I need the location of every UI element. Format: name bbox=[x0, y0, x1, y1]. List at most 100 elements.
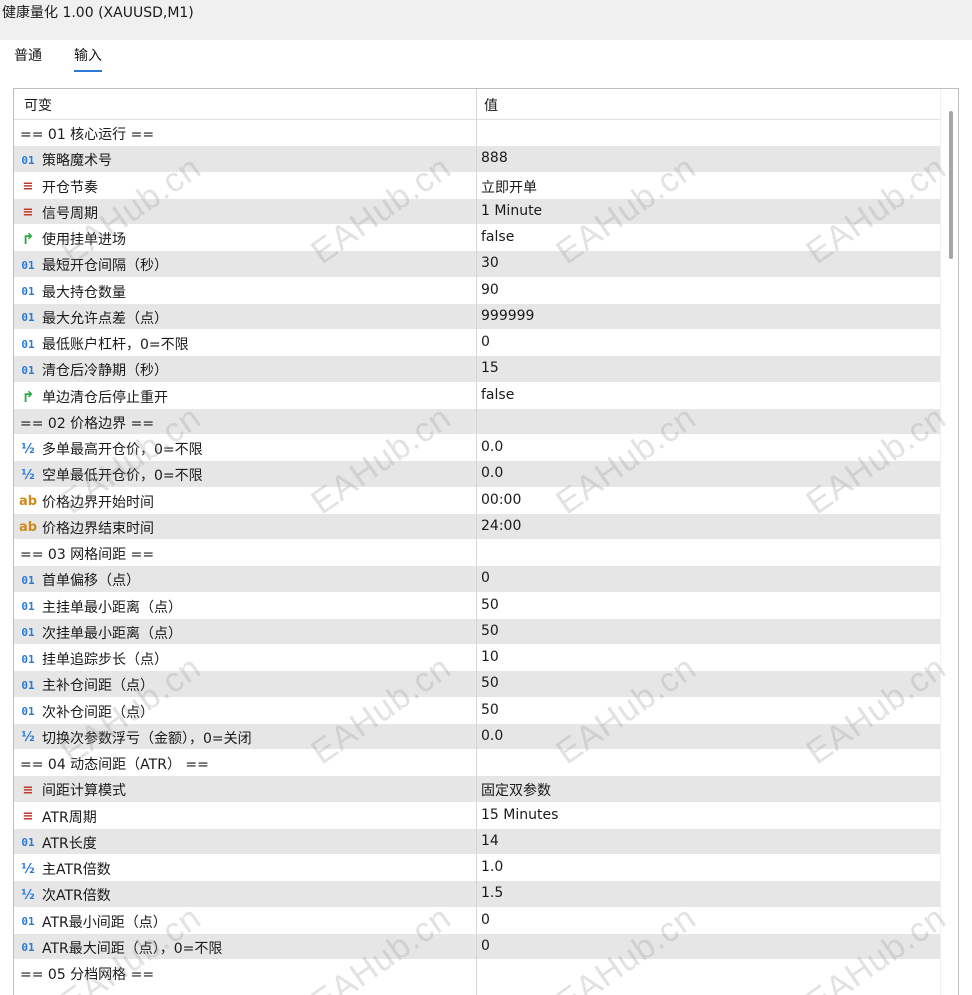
input-value-cell[interactable]: 0.0 bbox=[481, 439, 503, 455]
input-name-cell: 01 ATR最小间距（点） bbox=[18, 912, 166, 932]
input-value-cell[interactable]: 固定双参数 bbox=[481, 780, 551, 800]
integer-type-icon: 01 bbox=[21, 311, 35, 325]
input-value-cell[interactable]: 0.0 bbox=[481, 465, 503, 481]
integer-type-icon: 01 bbox=[21, 678, 35, 692]
input-name-label: 次ATR倍数 bbox=[42, 888, 111, 905]
column-header-value[interactable]: 值 bbox=[484, 95, 498, 115]
input-value-cell[interactable]: 1.5 bbox=[481, 885, 503, 901]
input-name-cell: == 01 核心运行 == bbox=[18, 124, 154, 144]
column-separator[interactable] bbox=[476, 89, 477, 995]
section-header-row[interactable]: == 02 价格边界 == bbox=[14, 408, 940, 435]
input-row[interactable]: 01 主挂单最小距离（点） 50 bbox=[14, 592, 940, 619]
input-row[interactable]: ↱ 使用挂单进场 false bbox=[14, 225, 940, 252]
input-name-label: == 03 网格间距 == bbox=[20, 547, 155, 563]
input-row[interactable]: ab 价格边界结束时间 24:00 bbox=[14, 513, 940, 540]
input-value-cell[interactable]: 888 bbox=[481, 150, 508, 166]
input-name-label: 多单最高开仓价，0=不限 bbox=[42, 442, 203, 458]
enum-list-icon: ≡ bbox=[22, 179, 34, 194]
input-name-label: 清仓后冷静期（秒） bbox=[42, 363, 168, 380]
string-type-icon: ab bbox=[18, 494, 38, 509]
input-name-label: 信号周期 bbox=[42, 205, 98, 222]
double-fraction-icon: ½ bbox=[21, 441, 35, 457]
input-value-cell[interactable]: 15 bbox=[481, 360, 499, 376]
input-value-cell[interactable]: 0 bbox=[481, 912, 490, 928]
input-value-cell[interactable]: 999999 bbox=[481, 308, 534, 324]
input-value-cell[interactable]: 00:00 bbox=[481, 492, 521, 508]
input-row[interactable]: 01 ATR最小间距（点） 0 bbox=[14, 907, 940, 934]
window-title: 健康量化 1.00 (XAUUSD,M1) bbox=[2, 5, 194, 21]
input-row[interactable]: ½ 主ATR倍数 1.0 bbox=[14, 855, 940, 882]
input-value-cell[interactable]: 0.0 bbox=[481, 728, 503, 744]
input-value-cell[interactable]: 50 bbox=[481, 675, 499, 691]
input-row[interactable]: 01 次补仓间距（点） 50 bbox=[14, 697, 940, 724]
input-row[interactable]: 01 最大持仓数量 90 bbox=[14, 277, 940, 304]
column-header-variable[interactable]: 可变 bbox=[24, 95, 52, 115]
input-row[interactable]: 01 清仓后冷静期（秒） 15 bbox=[14, 356, 940, 383]
input-row[interactable]: ab 价格边界开始时间 00:00 bbox=[14, 487, 940, 514]
input-name-cell: 01 主补仓间距（点） bbox=[18, 675, 154, 695]
input-row[interactable]: ≡ ATR周期 15 Minutes bbox=[14, 802, 940, 829]
input-value-cell[interactable]: 24:00 bbox=[481, 518, 521, 534]
string-type-icon: ab bbox=[18, 520, 38, 536]
section-header-row[interactable]: == 01 核心运行 == bbox=[14, 120, 940, 147]
input-row[interactable]: ½ 次ATR倍数 1.5 bbox=[14, 881, 940, 908]
input-row[interactable]: 01 次挂单最小距离（点） 50 bbox=[14, 618, 940, 645]
input-value-cell[interactable]: 立即开单 bbox=[481, 177, 537, 197]
input-row[interactable]: ½ 多单最高开仓价，0=不限 0.0 bbox=[14, 435, 940, 462]
input-row[interactable]: 01 最大允许点差（点） 999999 bbox=[14, 303, 940, 330]
input-name-cell: ≡ 间距计算模式 bbox=[18, 780, 126, 800]
input-row[interactable]: ½ 空单最低开仓价，0=不限 0.0 bbox=[14, 461, 940, 488]
input-value-cell[interactable]: 0 bbox=[481, 334, 490, 350]
input-value-cell[interactable]: 1.0 bbox=[481, 859, 503, 875]
input-row[interactable]: ≡ 开仓节奏 立即开单 bbox=[14, 172, 940, 199]
enum-list-icon: ≡ bbox=[22, 809, 34, 824]
input-value-cell[interactable]: false bbox=[481, 387, 514, 403]
integer-type-icon: 01 bbox=[21, 705, 35, 718]
section-header-row[interactable]: == 03 网格间距 == bbox=[14, 540, 940, 567]
input-value-cell[interactable]: 50 bbox=[481, 623, 499, 639]
input-name-label: ATR长度 bbox=[42, 835, 97, 852]
tab-general[interactable]: 普通 bbox=[14, 45, 42, 65]
input-value-cell[interactable]: 50 bbox=[481, 702, 499, 718]
input-row[interactable]: 01 主补仓间距（点） 50 bbox=[14, 671, 940, 698]
boolean-arrow-icon: ↱ bbox=[21, 230, 35, 248]
input-value-cell[interactable]: 10 bbox=[481, 649, 499, 665]
input-row[interactable]: 01 ATR长度 14 bbox=[14, 828, 940, 855]
input-row[interactable]: 01 策略魔术号 888 bbox=[14, 146, 940, 173]
input-name-label: 主补仓间距（点） bbox=[42, 678, 154, 695]
input-row[interactable]: ↱ 单边清仓后停止重开 false bbox=[14, 382, 940, 409]
input-value-cell[interactable]: 1 Minute bbox=[481, 203, 542, 219]
input-value-cell[interactable]: 15 Minutes bbox=[481, 807, 558, 823]
input-row[interactable]: 01 挂单追踪步长（点） 10 bbox=[14, 645, 940, 672]
input-row[interactable]: 01 首单偏移（点） 0 bbox=[14, 566, 940, 593]
enum-list-icon: ≡ bbox=[22, 205, 34, 221]
tab-inputs[interactable]: 输入 bbox=[74, 45, 102, 72]
input-row[interactable]: 01 最低账户杠杆，0=不限 0 bbox=[14, 330, 940, 357]
input-name-label: == 02 价格边界 == bbox=[20, 415, 155, 432]
integer-type-icon: 01 bbox=[21, 915, 35, 928]
input-row[interactable]: 01 最短开仓间隔（秒） 30 bbox=[14, 251, 940, 278]
integer-type-icon: 01 bbox=[21, 573, 35, 587]
grid-header: 可变 值 bbox=[14, 89, 940, 120]
input-value-cell[interactable]: false bbox=[481, 229, 514, 245]
input-name-cell: 01 主挂单最小距离（点） bbox=[18, 597, 182, 617]
input-value-cell[interactable]: 14 bbox=[481, 833, 499, 849]
section-header-row[interactable]: == 04 动态间距（ATR） == bbox=[14, 750, 940, 777]
input-name-cell: ½ 空单最低开仓价，0=不限 bbox=[18, 465, 202, 485]
input-row[interactable]: 01 ATR最大间距（点），0=不限 0 bbox=[14, 933, 940, 960]
input-row[interactable]: ≡ 信号周期 1 Minute bbox=[14, 198, 940, 225]
input-value-cell[interactable]: 0 bbox=[481, 938, 490, 954]
section-header-row[interactable]: == 05 分档网格 == bbox=[14, 960, 940, 987]
vertical-scrollbar[interactable] bbox=[940, 89, 958, 995]
input-name-cell: 01 挂单追踪步长（点） bbox=[18, 649, 168, 669]
input-name-label: 价格边界开始时间 bbox=[42, 494, 154, 511]
input-row[interactable]: ≡ 间距计算模式 固定双参数 bbox=[14, 776, 940, 803]
input-value-cell[interactable]: 0 bbox=[481, 570, 490, 586]
input-value-cell[interactable]: 90 bbox=[481, 282, 499, 298]
input-value-cell[interactable]: 50 bbox=[481, 597, 499, 613]
input-name-label: 最低账户杠杆，0=不限 bbox=[42, 337, 189, 353]
input-name-label: 单边清仓后停止重开 bbox=[42, 389, 168, 406]
scrollbar-thumb[interactable] bbox=[949, 111, 953, 259]
input-value-cell[interactable]: 30 bbox=[481, 255, 499, 271]
input-row[interactable]: ½ 切换次参数浮亏（金额），0=关闭 0.0 bbox=[14, 723, 940, 750]
